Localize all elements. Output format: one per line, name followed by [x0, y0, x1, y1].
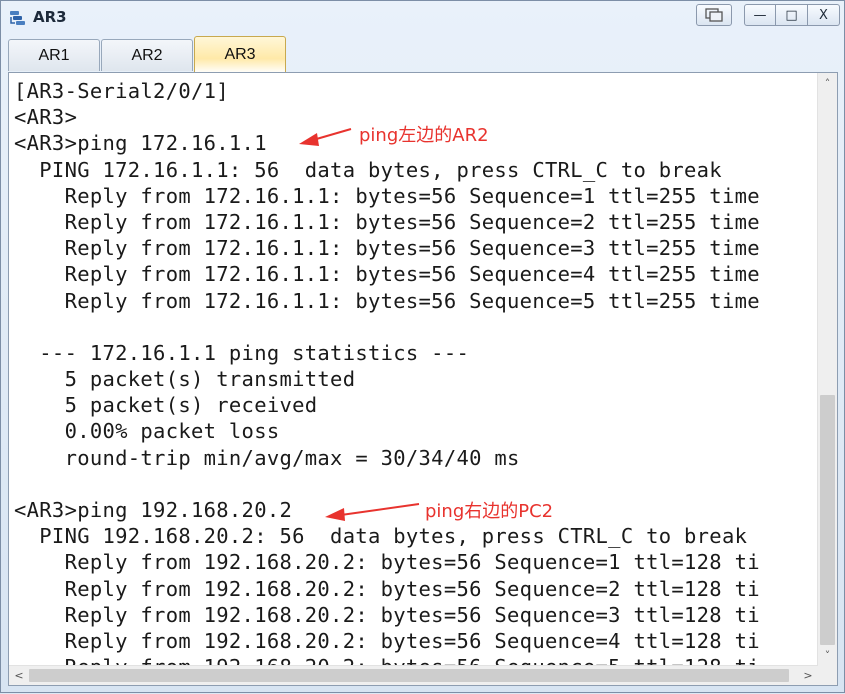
horizontal-scrollbar[interactable]: < >	[9, 665, 818, 685]
restore-layout-button[interactable]	[696, 4, 732, 26]
title-bar[interactable]: AR3 — □ X	[1, 1, 844, 35]
console-line: 5 packet(s) transmitted	[14, 367, 356, 392]
scroll-up-icon[interactable]: ˄	[818, 75, 837, 93]
maximize-icon: □	[785, 7, 798, 23]
console-line: --- 172.16.1.1 ping statistics ---	[14, 340, 470, 365]
vertical-scrollbar[interactable]: ˄ ˅	[817, 73, 837, 667]
scroll-left-icon[interactable]: <	[10, 666, 28, 685]
console-line: 0.00% packet loss	[14, 419, 280, 444]
scroll-down-icon[interactable]: ˅	[818, 647, 837, 665]
minimize-button[interactable]: —	[744, 4, 776, 26]
console-line: Reply from 192.168.20.2: bytes=56 Sequen…	[14, 576, 760, 601]
console-line: Reply from 172.16.1.1: bytes=56 Sequence…	[14, 209, 760, 234]
horizontal-scroll-thumb[interactable]	[29, 669, 789, 682]
annotation-ping-ar2: ping左边的AR2	[359, 125, 489, 146]
console-line: Reply from 172.16.1.1: bytes=56 Sequence…	[14, 183, 760, 208]
annotation-ping-pc2: ping右边的PC2	[425, 501, 554, 522]
tab-ar2[interactable]: AR2	[101, 39, 193, 71]
scroll-right-icon[interactable]: >	[799, 666, 817, 685]
vertical-scroll-thumb[interactable]	[820, 395, 835, 645]
console-lines: [AR3-Serial2/0/1] <AR3> <AR3>ping 172.16.1…	[14, 78, 819, 666]
minimize-icon: —	[753, 7, 767, 23]
tab-ar1[interactable]: AR1	[8, 39, 100, 71]
console-line: Reply from 192.168.20.2: bytes=56 Sequen…	[14, 628, 760, 653]
console-line: Reply from 192.168.20.2: bytes=56 Sequen…	[14, 550, 760, 575]
console-line: 5 packet(s) received	[14, 393, 318, 418]
console-output[interactable]: [AR3-Serial2/0/1] <AR3> <AR3>ping 172.16.1…	[8, 72, 838, 686]
console-line: [AR3-Serial2/0/1]	[14, 79, 229, 103]
restore-icon	[705, 8, 723, 22]
scrollbar-corner	[818, 666, 837, 685]
console-line: PING 192.168.20.2: 56 data bytes, press …	[14, 524, 748, 549]
maximize-button[interactable]: □	[776, 4, 808, 26]
console-line: Reply from 172.16.1.1: bytes=56 Sequence…	[14, 236, 760, 261]
window-title: AR3	[33, 8, 67, 26]
terminal-window: AR3 — □ X AR1 AR2 AR3 [AR3-Serial2/0/1] …	[0, 0, 845, 693]
window-controls: — □ X	[696, 4, 840, 28]
console-line: round-trip min/avg/max = 30/34/40 ms	[14, 445, 520, 470]
tab-ar3[interactable]: AR3	[194, 36, 286, 73]
console-line: Reply from 192.168.20.2: bytes=56 Sequen…	[14, 602, 760, 627]
router-app-icon	[10, 11, 25, 25]
console-line: <AR3>ping 192.168.20.2	[14, 498, 293, 522]
device-tabs: AR1 AR2 AR3	[8, 36, 838, 73]
close-button[interactable]: X	[808, 4, 840, 26]
close-icon: X	[819, 7, 828, 23]
console-line: PING 172.16.1.1: 56 data bytes, press CT…	[14, 157, 722, 182]
console-line: Reply from 172.16.1.1: bytes=56 Sequence…	[14, 262, 760, 287]
console-line: Reply from 172.16.1.1: bytes=56 Sequence…	[14, 288, 760, 313]
